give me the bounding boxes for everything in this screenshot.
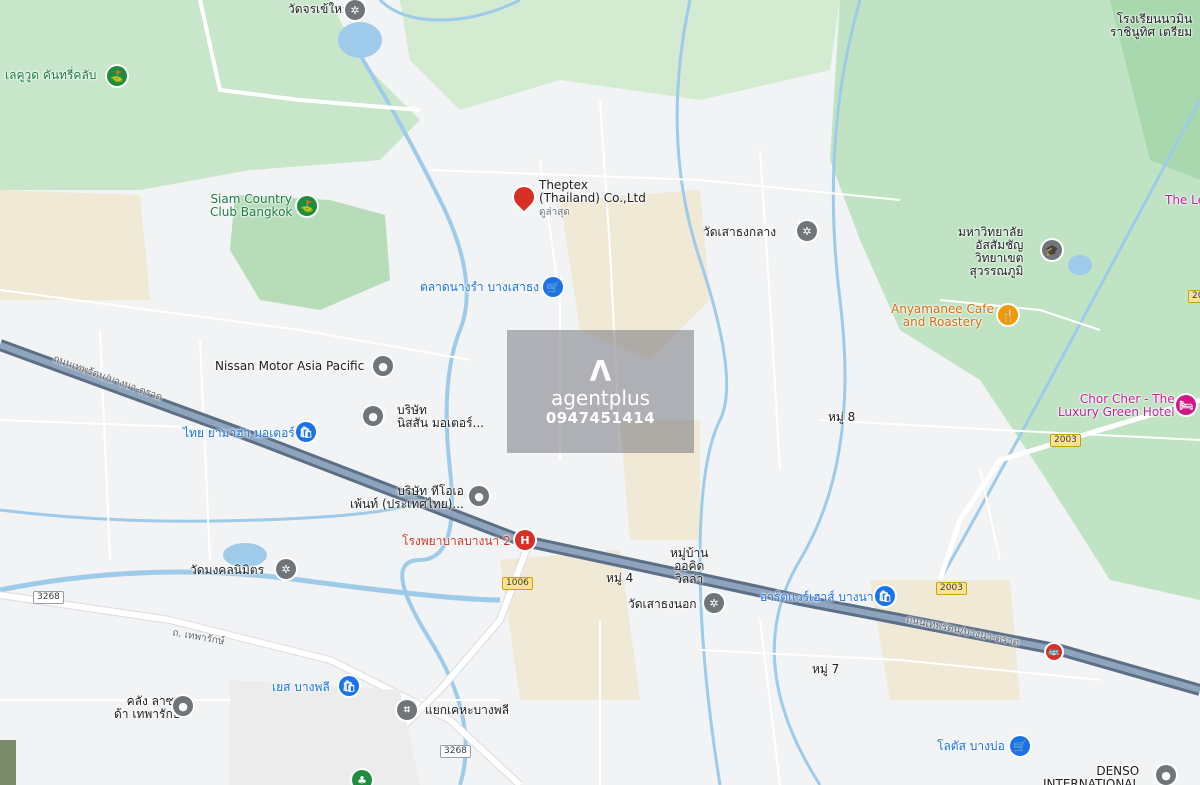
place-label[interactable]: Anyamanee Cafe and Roastery: [891, 303, 994, 329]
agentplus-watermark: Λ agentplus 0947451414: [507, 330, 694, 453]
place-label[interactable]: โลตัส บางบ่อ: [937, 740, 1005, 753]
place-label[interactable]: คลัง ลาซา ด้า เทพารักษ์: [114, 695, 181, 721]
place-label[interactable]: แยกเคหะบางพลี: [425, 704, 509, 717]
route-shield: 2003: [936, 582, 967, 595]
golf-icon[interactable]: ⛳: [297, 196, 317, 216]
park-icon[interactable]: ♣: [352, 770, 372, 785]
place-label[interactable]: วัดมงคลนิมิตร: [190, 564, 264, 577]
bus-stop-icon[interactable]: 🚌: [1046, 644, 1062, 660]
hotel-icon[interactable]: 🛏: [1176, 395, 1196, 415]
place-label[interactable]: The Le: [1165, 194, 1200, 207]
place-label[interactable]: มหาวิทยาลัย อัสสัมชัญ วิทยาเขต สุวรรณภูม…: [958, 226, 1023, 278]
place-label[interactable]: อาร์ตแวร์เฮาส์ บางนา: [760, 591, 874, 604]
place-label[interactable]: โรงพยาบาลบางนา 2: [402, 535, 511, 548]
shopping-cart-icon[interactable]: 🛒: [1010, 736, 1030, 756]
school-icon[interactable]: 🎓: [1042, 240, 1062, 260]
place-label[interactable]: บริษัท ทีโอเอ เพ้นท์ (ประเทศไทย)...: [350, 485, 464, 511]
route-shield: 3268: [440, 745, 471, 758]
place-label[interactable]: ตลาดนางรำ บางเสาธง: [420, 281, 539, 294]
locality-label: หมู่ 4: [606, 571, 634, 585]
temple-icon[interactable]: ✲: [704, 593, 724, 613]
temple-icon[interactable]: ✲: [345, 0, 365, 20]
watermark-phone: 0947451414: [545, 408, 656, 427]
agentplus-logo-icon: Λ: [589, 354, 612, 388]
locality-label: หมู่ 8: [828, 410, 856, 424]
layer-thumbnail[interactable]: [0, 740, 16, 785]
place-icon[interactable]: ●: [173, 696, 193, 716]
place-icon[interactable]: ●: [469, 486, 489, 506]
place-icon[interactable]: ●: [363, 406, 383, 426]
map-canvas[interactable]: Λ agentplus 0947451414 วัดจรเข้ใหญ่ ✲ เล…: [0, 0, 1200, 785]
restaurant-icon[interactable]: 🍴: [998, 305, 1018, 325]
place-label[interactable]: วัดเสาธงกลาง: [703, 226, 776, 239]
place-label[interactable]: Nissan Motor Asia Pacific: [215, 360, 364, 373]
golf-icon[interactable]: ⛳: [107, 66, 127, 86]
place-label[interactable]: หมู่บ้าน ออคิด วิลล่า: [670, 547, 708, 586]
route-shield: 3268: [33, 591, 64, 604]
sand-area-4: [0, 190, 150, 300]
place-sublabel: ดูล่าสุด: [539, 207, 570, 218]
place-label[interactable]: โรงเรียนนวมิน ราชินูทิศ เตรียม: [1110, 13, 1192, 39]
shopping-bag-icon[interactable]: 🛍: [296, 422, 316, 442]
place-label[interactable]: เลคูวูด คันทรี่คลับ: [5, 69, 96, 82]
watermark-brand: agentplus: [550, 385, 651, 410]
shopping-bag-icon[interactable]: 🛍: [339, 676, 359, 696]
shopping-bag-icon[interactable]: 🛍: [875, 586, 895, 606]
place-icon[interactable]: ●: [373, 356, 393, 376]
place-label[interactable]: Siam Country Club Bangkok: [210, 193, 292, 219]
urban-area: [230, 680, 420, 785]
place-label[interactable]: วัดจรเข้ใหญ่: [288, 3, 352, 16]
pond-east: [1068, 255, 1092, 275]
place-label[interactable]: เยส บางพลี: [272, 681, 330, 694]
place-label[interactable]: Chor Cher - The Luxury Green Hotel: [1058, 393, 1175, 419]
place-label[interactable]: บริษัท นิสสัน มอเตอร์...: [397, 404, 484, 430]
route-shield: 1006: [502, 577, 533, 590]
place-label[interactable]: Theptex (Thailand) Co.,Ltd: [539, 179, 646, 205]
place-label[interactable]: วัดเสาธงนอก: [628, 598, 697, 611]
pond-north: [338, 22, 382, 58]
shopping-cart-icon[interactable]: 🛒: [543, 277, 563, 297]
place-label[interactable]: ไทย ยามาฮ่า มอเตอร์: [183, 427, 295, 440]
place-label[interactable]: DENSO INTERNATIONAL: [1043, 765, 1139, 785]
place-icon[interactable]: ●: [1156, 765, 1176, 785]
intersection-icon[interactable]: ⌗: [397, 700, 417, 720]
route-shield: 2003: [1050, 434, 1081, 447]
temple-icon[interactable]: ✲: [797, 221, 817, 241]
hospital-icon[interactable]: H: [515, 530, 535, 550]
locality-label: หมู่ 7: [812, 662, 840, 676]
route-shield: 20: [1188, 290, 1200, 303]
temple-icon[interactable]: ✲: [276, 559, 296, 579]
